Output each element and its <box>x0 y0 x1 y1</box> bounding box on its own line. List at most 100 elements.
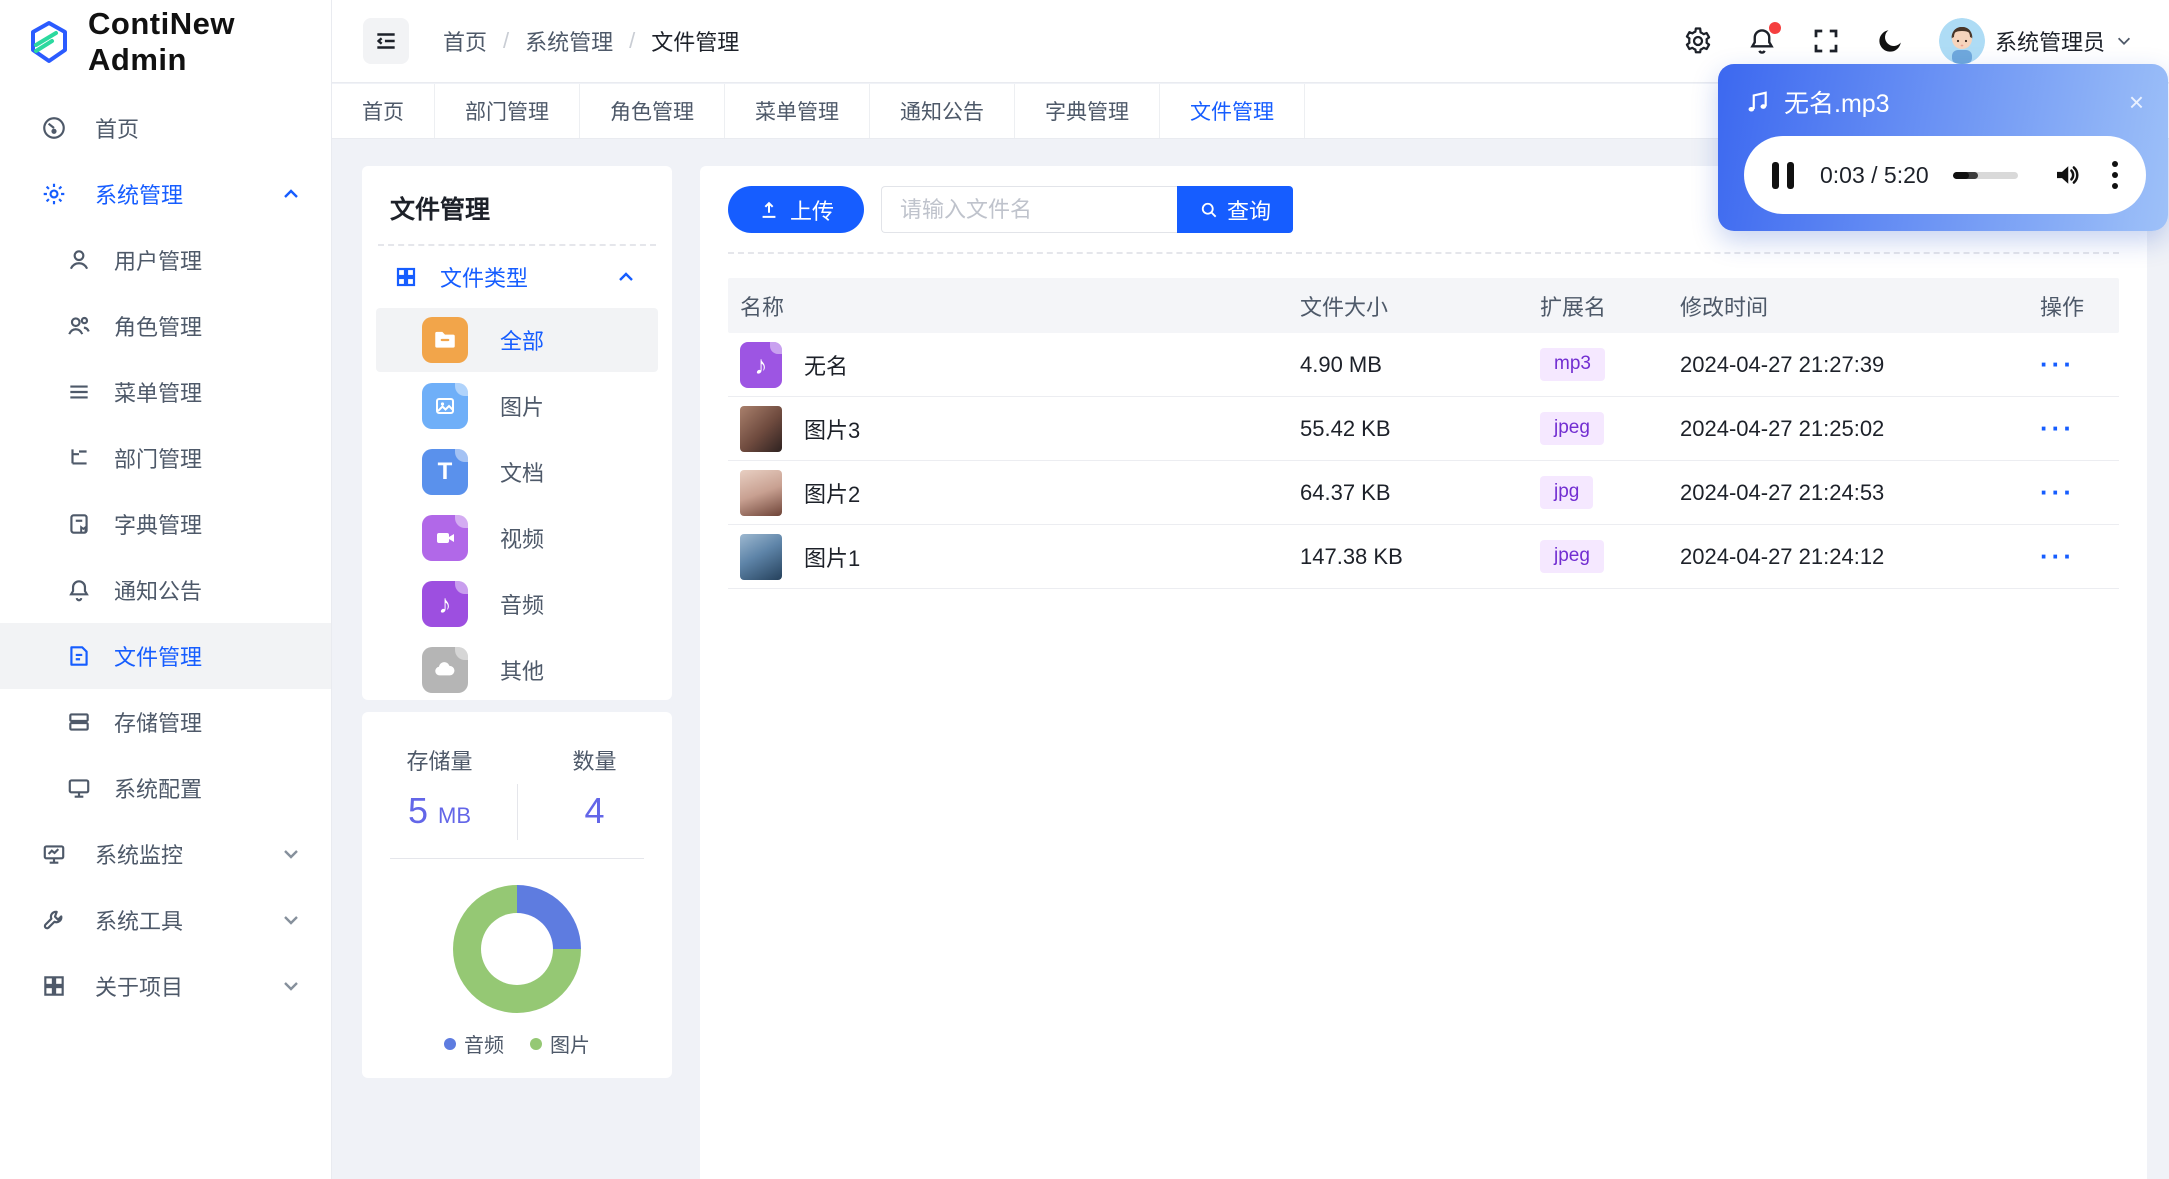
search-button[interactable]: 查询 <box>1177 186 1294 233</box>
sidebar-item-menu-mgmt[interactable]: 菜单管理 <box>0 359 331 425</box>
sidebar-item-file-mgmt[interactable]: 文件管理 <box>0 623 331 689</box>
file-type-image[interactable]: 图片 <box>376 374 658 438</box>
file-name[interactable]: 无名 <box>804 349 848 381</box>
image-thumbnail <box>740 533 782 580</box>
sidebar-item-label: 关于项目 <box>95 975 184 1000</box>
file-type-all[interactable]: 全部 <box>376 308 658 372</box>
tab-label: 字典管理 <box>1045 101 1129 124</box>
panel-title: 文件管理 <box>390 196 491 224</box>
volume-icon[interactable] <box>2052 160 2082 190</box>
sidebar-item-label: 首页 <box>95 117 140 142</box>
close-icon[interactable]: × <box>2129 89 2144 115</box>
tab-menu[interactable]: 菜单管理 <box>725 84 870 138</box>
music-note-icon <box>1748 91 1767 112</box>
row-actions-button[interactable]: ··· <box>2040 413 2075 444</box>
player-menu-kebab-icon[interactable] <box>2112 161 2118 189</box>
breadcrumb-system[interactable]: 系统管理 <box>525 25 613 57</box>
brand[interactable]: ContiNew Admin <box>0 0 331 83</box>
user-menu[interactable]: 系统管理员 <box>1938 18 2133 64</box>
tab-label: 菜单管理 <box>755 101 839 124</box>
settings-icon[interactable] <box>1683 26 1713 56</box>
tab-role[interactable]: 角色管理 <box>580 84 725 138</box>
file-modified-time: 2024-04-27 21:27:39 <box>1680 351 1885 377</box>
player-track-title: 无名.mp3 <box>1784 90 1890 118</box>
file-type-other[interactable]: 其他 <box>376 638 658 702</box>
divider <box>517 784 518 840</box>
tab-file-active[interactable]: 文件管理 <box>1160 84 1305 138</box>
tab-dept[interactable]: 部门管理 <box>435 84 580 138</box>
chevron-down-icon <box>2117 37 2131 45</box>
row-actions-button[interactable]: ··· <box>2040 349 2075 380</box>
gear-icon <box>41 181 67 207</box>
pause-button[interactable] <box>1772 161 1794 189</box>
sidebar-item-notice[interactable]: 通知公告 <box>0 557 331 623</box>
sidebar-item-role-mgmt[interactable]: 角色管理 <box>0 293 331 359</box>
sidebar-item-system-config[interactable]: 系统配置 <box>0 755 331 821</box>
sidebar-item-user-mgmt[interactable]: 用户管理 <box>0 227 331 293</box>
search-input[interactable] <box>881 186 1178 233</box>
row-actions-button[interactable]: ··· <box>2040 477 2075 508</box>
file-type-label: 文档 <box>500 461 545 486</box>
ext-tag: jpg <box>1540 476 1594 509</box>
tab-notice[interactable]: 通知公告 <box>870 84 1015 138</box>
sidebar-item-system-monitor[interactable]: 系统监控 <box>0 821 331 887</box>
users-icon <box>66 313 92 339</box>
file-size: 64.37 KB <box>1300 479 1391 505</box>
seek-bar[interactable] <box>1952 171 2018 179</box>
cloud-file-icon <box>422 647 468 693</box>
upload-icon <box>762 201 776 218</box>
file-type-panel: 文件管理 文件类型 全部 图片 T 文档 视频 ♪ 音频 其他 <box>362 166 672 700</box>
tab-label: 文件管理 <box>1190 101 1274 124</box>
user-name: 系统管理员 <box>1994 30 2105 55</box>
file-type-group-header[interactable]: 文件类型 <box>376 246 658 308</box>
dictionary-book-icon <box>66 511 92 537</box>
row-actions-button[interactable]: ··· <box>2040 541 2075 572</box>
file-management-page: { "app": { "name": "ContiNew Admin" }, "… <box>0 0 2169 1179</box>
bell-icon <box>66 577 92 603</box>
sidebar-item-dept-mgmt[interactable]: 部门管理 <box>0 425 331 491</box>
table-row: 图片2 64.37 KB jpg 2024-04-27 21:24:53 ··· <box>728 461 2119 525</box>
file-name[interactable]: 图片2 <box>804 477 860 509</box>
chevron-down-icon <box>281 976 301 996</box>
tab-dict[interactable]: 字典管理 <box>1015 84 1160 138</box>
sidebar-item-label: 部门管理 <box>114 447 203 472</box>
audio-file-thumbnail: ♪ <box>740 341 782 388</box>
legend-item-image[interactable]: 图片 <box>530 1029 590 1058</box>
file-type-donut-chart <box>453 885 581 1013</box>
sidebar-collapse-button[interactable] <box>363 18 409 64</box>
sidebar-item-storage-mgmt[interactable]: 存储管理 <box>0 689 331 755</box>
sidebar-item-system-tools[interactable]: 系统工具 <box>0 887 331 953</box>
legend-item-audio[interactable]: 音频 <box>444 1029 504 1058</box>
search-group: 查询 <box>881 186 1294 233</box>
document-file-icon: T <box>422 449 468 495</box>
ext-tag: jpeg <box>1540 540 1604 573</box>
chevron-up-icon <box>281 184 301 204</box>
dark-mode-moon-icon[interactable] <box>1875 26 1905 56</box>
playback-time: 0:03 / 5:20 <box>1820 161 1929 188</box>
file-type-video[interactable]: 视频 <box>376 506 658 570</box>
upload-button[interactable]: 上传 <box>728 186 865 233</box>
notification-bell-icon[interactable] <box>1747 22 1781 56</box>
tab-label: 通知公告 <box>900 101 984 124</box>
file-type-audio[interactable]: ♪ 音频 <box>376 572 658 636</box>
server-icon <box>66 709 92 735</box>
dashboard-icon <box>41 115 67 141</box>
file-list-panel: 上传 查询 名称 文件大小 扩展名 修改时间 操作 ♪ 无名 4.90 MB m… <box>700 166 2147 1179</box>
player-header: 无名.mp3 × <box>1744 84 2144 120</box>
sidebar-item-dict-mgmt[interactable]: 字典管理 <box>0 491 331 557</box>
stats-row: 存储量 5 MB 数量 4 <box>362 744 672 840</box>
fullscreen-icon[interactable] <box>1811 26 1841 56</box>
file-name[interactable]: 图片3 <box>804 413 860 445</box>
sidebar-item-system-mgmt[interactable]: 系统管理 <box>0 161 331 227</box>
sidebar-item-label: 通知公告 <box>114 579 203 604</box>
tab-home[interactable]: 首页 <box>332 84 435 138</box>
legend-dot <box>530 1037 542 1050</box>
audio-player-popup: 无名.mp3 × 0:03 / 5:20 <box>1718 64 2168 231</box>
file-name[interactable]: 图片1 <box>804 541 860 573</box>
sidebar-item-home[interactable]: 首页 <box>0 95 331 161</box>
tree-list-icon <box>66 445 92 471</box>
file-type-doc[interactable]: T 文档 <box>376 440 658 504</box>
count-stat: 数量 4 <box>517 744 672 832</box>
breadcrumb-home[interactable]: 首页 <box>443 25 487 57</box>
sidebar-item-about[interactable]: 关于项目 <box>0 953 331 1019</box>
